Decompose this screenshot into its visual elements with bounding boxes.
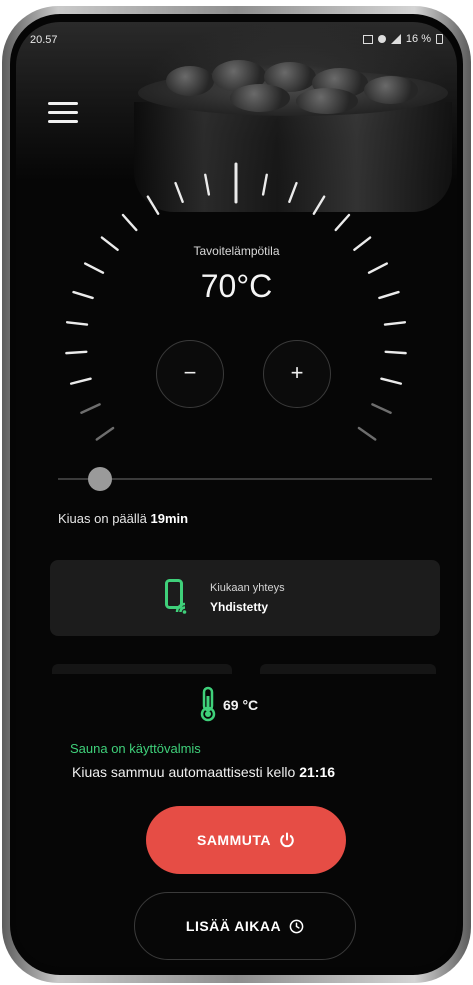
dial-tick bbox=[65, 350, 88, 355]
sauna-ready-status: Sauna on käyttövalmis bbox=[70, 741, 201, 756]
stop-button[interactable]: SAMMUTA bbox=[146, 806, 346, 874]
connection-status: Yhdistetty bbox=[210, 600, 269, 614]
target-temperature-value: 70°C bbox=[200, 268, 273, 304]
dial-tick bbox=[334, 213, 351, 232]
increase-temperature-button[interactable]: + bbox=[263, 340, 331, 408]
app-screen: 20.57 16 % Tavoitelämpötila 70°C − + Kiu… bbox=[16, 22, 457, 967]
current-temperature: 69 °C bbox=[223, 697, 259, 713]
dial-tick bbox=[288, 181, 298, 204]
add-time-button-label: LISÄÄ AIKAA bbox=[185, 918, 282, 934]
decrease-temperature-button[interactable]: − bbox=[156, 340, 224, 408]
dial-tick bbox=[261, 173, 268, 196]
dial-tick bbox=[174, 181, 184, 204]
heater-on-label: Kiuas on päällä bbox=[58, 511, 147, 526]
dial-tick bbox=[380, 377, 403, 385]
dial-tick bbox=[204, 173, 211, 196]
dial-tick bbox=[384, 350, 407, 355]
timer-slider-thumb[interactable] bbox=[88, 467, 112, 491]
clock-icon bbox=[289, 919, 304, 933]
dial-tick bbox=[357, 426, 377, 441]
target-temperature-label: Tavoitelämpötila bbox=[193, 244, 280, 258]
dial-tick bbox=[146, 195, 160, 215]
card-edge bbox=[260, 664, 436, 674]
heater-on-duration: 19min bbox=[150, 511, 189, 526]
connection-title: Kiukaan yhteys bbox=[210, 582, 285, 594]
phone-wifi-icon bbox=[165, 579, 187, 614]
thermometer-icon bbox=[200, 686, 216, 722]
dial-tick bbox=[69, 377, 92, 385]
dial-tick bbox=[312, 195, 326, 215]
power-icon bbox=[280, 832, 294, 848]
dial-tick bbox=[80, 403, 101, 414]
dial-tick bbox=[371, 403, 392, 414]
auto-off-text: Kiuas sammuu automaattisesti kello bbox=[72, 764, 296, 780]
auto-off-notice: Kiuas sammuu automaattisesti kello 21:16 bbox=[72, 764, 335, 780]
stop-button-label: SAMMUTA bbox=[196, 832, 271, 848]
dial-tick bbox=[65, 321, 89, 326]
add-time-button[interactable]: LISÄÄ AIKAA bbox=[134, 892, 356, 960]
dial-tick bbox=[95, 426, 115, 441]
dial-tick bbox=[121, 213, 138, 232]
auto-off-time: 21:16 bbox=[299, 764, 336, 780]
card-edge bbox=[52, 664, 232, 674]
heater-on-time: Kiuas on päällä 19min bbox=[58, 511, 188, 526]
dial-tick bbox=[383, 321, 407, 326]
timer-slider-track[interactable] bbox=[58, 478, 432, 480]
connection-card: Kiukaan yhteys Yhdistetty bbox=[50, 560, 440, 636]
